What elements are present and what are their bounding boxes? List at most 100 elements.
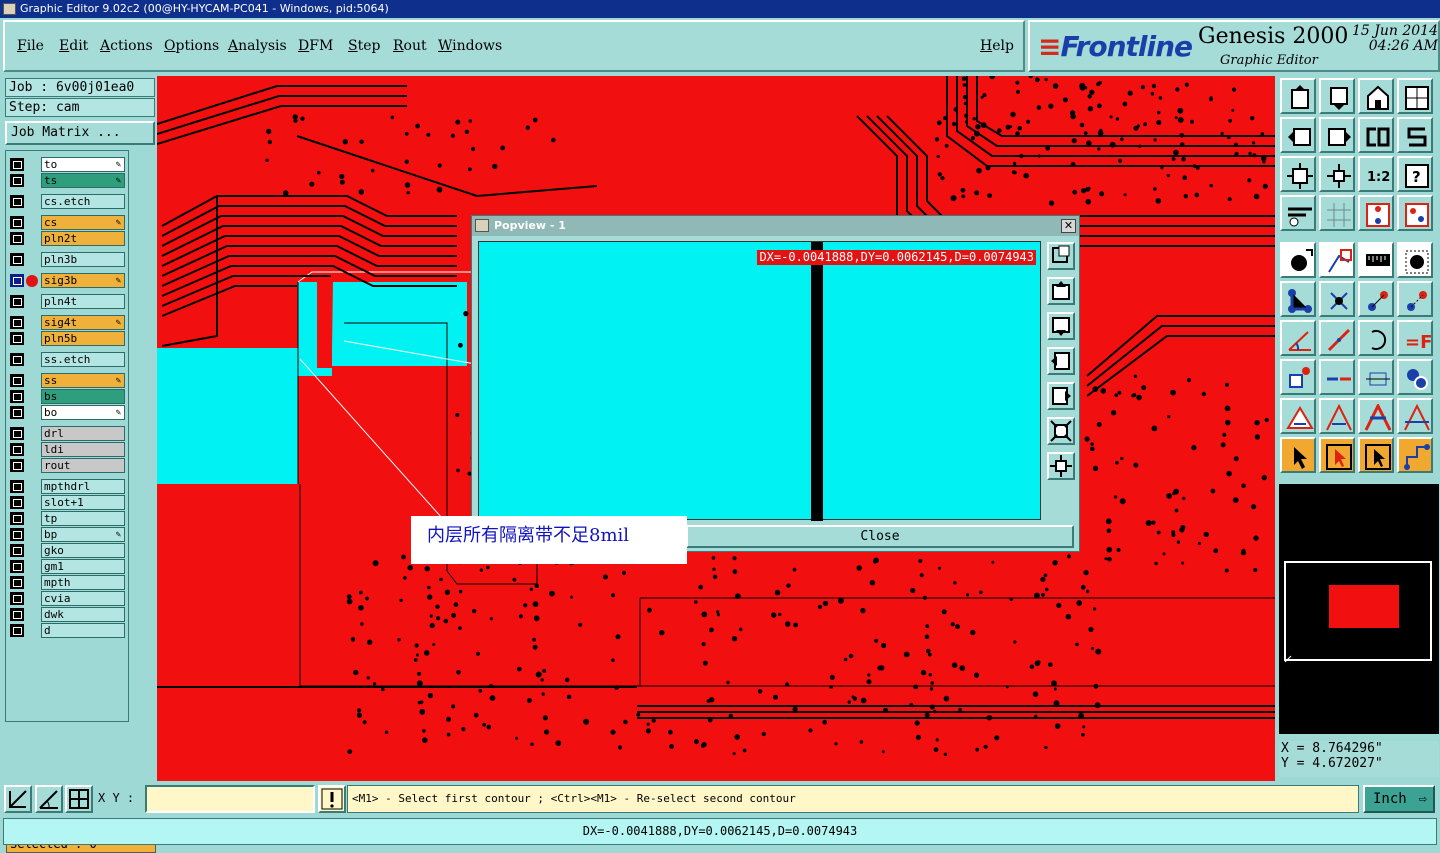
home-icon[interactable]	[1358, 78, 1394, 114]
menu-step[interactable]: Step	[348, 38, 380, 54]
layer-name[interactable]: to ✎	[41, 157, 125, 172]
layer-name[interactable]: pln5b	[41, 331, 125, 346]
layer-row-cvia[interactable]: cvia	[8, 591, 128, 606]
zoom-home-icon[interactable]	[1280, 78, 1316, 114]
layer-row-cs-etch[interactable]: cs.etch	[8, 194, 128, 209]
pan-right-tool-icon[interactable]	[1319, 117, 1355, 153]
layer-checkbox[interactable]	[10, 592, 24, 605]
layer-checkbox[interactable]	[10, 274, 24, 287]
add-feature-icon[interactable]	[1280, 242, 1316, 278]
layer-checkbox[interactable]	[10, 332, 24, 345]
rotate-icon[interactable]	[1397, 117, 1433, 153]
popview-title-bar[interactable]: Popview - 1 ✕	[472, 216, 1079, 236]
layer-checkbox[interactable]	[10, 608, 24, 621]
pointer-icon[interactable]	[1280, 437, 1316, 473]
menu-analysis[interactable]: Analysis	[228, 38, 287, 54]
select-net-icon[interactable]	[1397, 437, 1433, 473]
layer-name[interactable]: sig3b ✎	[41, 273, 125, 288]
help-icon[interactable]: ?	[1397, 156, 1433, 192]
layer-checkbox[interactable]	[10, 374, 24, 387]
layer-name[interactable]: gm1	[41, 559, 125, 574]
pan-down-tool-icon[interactable]	[1319, 78, 1355, 114]
layer-name[interactable]: ss ✎	[41, 373, 125, 388]
layer-name[interactable]: cs.etch	[41, 194, 125, 209]
layer-name[interactable]: dwk	[41, 607, 125, 622]
layer-row-cs[interactable]: cs ✎	[8, 215, 128, 230]
layer-name[interactable]: gko	[41, 543, 125, 558]
zoom-in-icon[interactable]	[1047, 242, 1075, 270]
arc-icon[interactable]	[1358, 320, 1394, 356]
layer-checkbox[interactable]	[10, 253, 24, 266]
menu-file[interactable]: File	[17, 38, 44, 54]
layer-checkbox[interactable]	[10, 427, 24, 440]
snap-mode-icon[interactable]	[4, 785, 32, 813]
layer-name[interactable]: cs ✎	[41, 215, 125, 230]
move-icon[interactable]	[1358, 281, 1394, 317]
layer-row-d[interactable]: d	[8, 623, 128, 638]
layer-row-slot-1[interactable]: slot+1	[8, 495, 128, 510]
layer-name[interactable]: rout	[41, 458, 125, 473]
layer-checkbox[interactable]	[10, 576, 24, 589]
close-button[interactable]: Close	[686, 525, 1074, 548]
layer-checkbox[interactable]	[10, 624, 24, 637]
layer-row-bs[interactable]: bs	[8, 389, 128, 404]
mirror-icon[interactable]	[1358, 117, 1394, 153]
layer-checkbox[interactable]	[10, 232, 24, 245]
pan-up-icon[interactable]	[1047, 277, 1075, 305]
layer-name[interactable]: slot+1	[41, 495, 125, 510]
pad-group-icon[interactable]	[1397, 359, 1433, 395]
menu-options[interactable]: Options	[164, 38, 219, 54]
layer-row-bo[interactable]: bo ✎	[8, 405, 128, 420]
layer-name[interactable]: pln3b	[41, 252, 125, 267]
peak-outline-icon[interactable]	[1397, 398, 1433, 434]
layer-row-dwk[interactable]: dwk	[8, 607, 128, 622]
menu-windows[interactable]: Windows	[438, 38, 502, 54]
layer-checkbox[interactable]	[10, 353, 24, 366]
layer-row-sig3b[interactable]: sig3b ✎	[8, 273, 128, 288]
layer-checkbox[interactable]	[10, 480, 24, 493]
layer-row-drl[interactable]: drl	[8, 426, 128, 441]
alert-icon[interactable]	[318, 785, 346, 813]
pan-right-icon[interactable]	[1047, 382, 1075, 410]
measure-tool-icon[interactable]	[1280, 195, 1316, 231]
xy-input[interactable]	[145, 785, 315, 813]
layer-row-bp[interactable]: bp ✎	[8, 527, 128, 542]
pan-left-tool-icon[interactable]	[1280, 117, 1316, 153]
layer-checkbox[interactable]	[10, 512, 24, 525]
text-icon[interactable]: =F	[1397, 320, 1433, 356]
layer-row-pln3b[interactable]: pln3b	[8, 252, 128, 267]
layer-row-ldi[interactable]: ldi	[8, 442, 128, 457]
layer-checkbox[interactable]	[10, 216, 24, 229]
layer-row-to[interactable]: to ✎	[8, 157, 128, 172]
layer-row-gm1[interactable]: gm1	[8, 559, 128, 574]
zoom-fit-icon[interactable]	[1047, 452, 1075, 480]
copy-icon[interactable]	[1397, 281, 1433, 317]
layer-row-ts[interactable]: ts ✎	[8, 173, 128, 188]
angle-icon[interactable]	[1280, 320, 1316, 356]
zoom-out-icon[interactable]	[1047, 417, 1075, 445]
layer-name[interactable]: drl	[41, 426, 125, 441]
zoom-all-icon[interactable]	[1280, 156, 1316, 192]
angle-mode-icon[interactable]	[35, 785, 63, 813]
snap-icon[interactable]	[1280, 359, 1316, 395]
close-icon[interactable]: ✕	[1061, 219, 1076, 233]
layer-row-ss-etch[interactable]: ss.etch	[8, 352, 128, 367]
layer-name[interactable]: ldi	[41, 442, 125, 457]
layer-row-rout[interactable]: rout	[8, 458, 128, 473]
layer-checkbox[interactable]	[10, 443, 24, 456]
connect-icon[interactable]	[1280, 281, 1316, 317]
layer-name[interactable]: pln2t	[41, 231, 125, 246]
peak-fill-icon[interactable]	[1358, 398, 1394, 434]
layer-checkbox[interactable]	[10, 544, 24, 557]
center-icon[interactable]	[1319, 156, 1355, 192]
edit-shape-icon[interactable]	[1319, 242, 1355, 278]
select-box-icon[interactable]	[1319, 437, 1355, 473]
menu-edit[interactable]: Edit	[59, 38, 88, 54]
layer-checkbox[interactable]	[10, 316, 24, 329]
layer-name[interactable]: bo ✎	[41, 405, 125, 420]
grid-mode-icon[interactable]	[65, 785, 93, 813]
scale-1-2-icon[interactable]: 1:2	[1358, 156, 1394, 192]
ruler-icon[interactable]	[1358, 242, 1394, 278]
delete-icon[interactable]	[1319, 281, 1355, 317]
split-line-icon[interactable]	[1319, 359, 1355, 395]
